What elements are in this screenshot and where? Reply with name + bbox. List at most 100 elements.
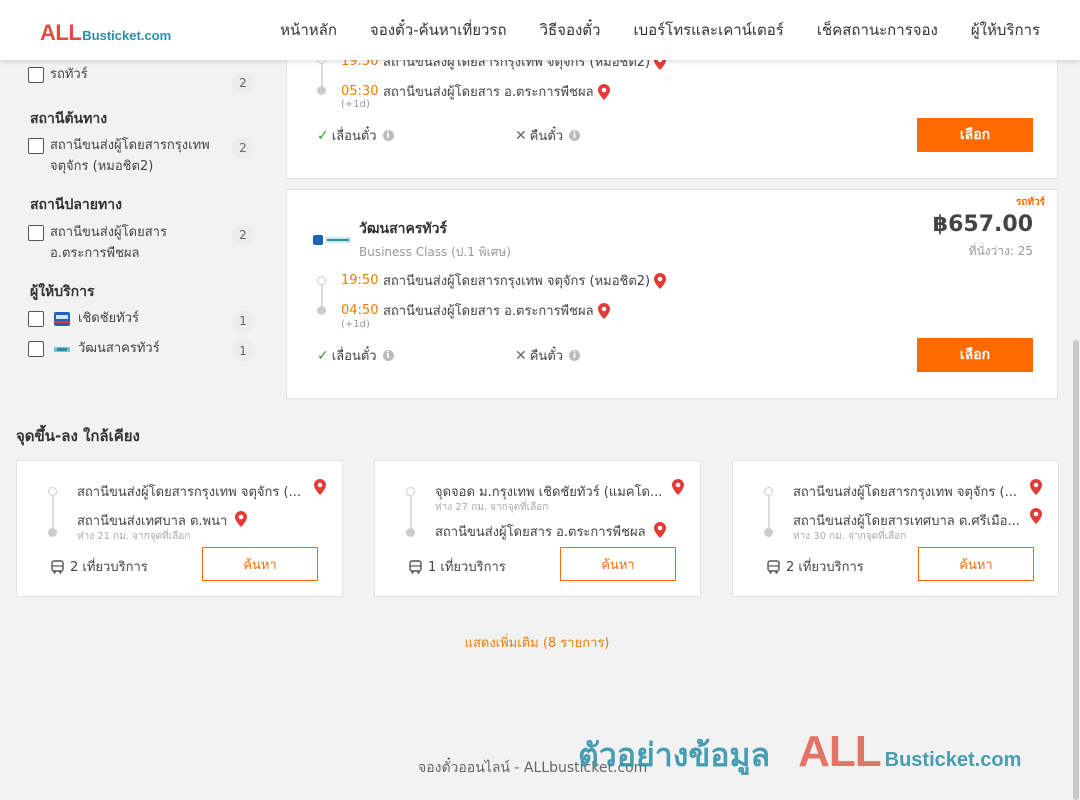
select-trip-button[interactable]: เลือก <box>917 118 1033 152</box>
wattanasakorn-logo-icon <box>313 235 351 245</box>
arrival-time: 05:30 <box>341 84 379 99</box>
nav-operators[interactable]: ผู้ให้บริการ <box>971 18 1040 42</box>
reschedule-policy: ✓ เลื่อนตั๋ว i <box>317 125 394 146</box>
cherdchai-logo-icon <box>54 312 70 326</box>
refund-label: คืนตั๋ว <box>529 349 564 364</box>
filter-checkbox[interactable] <box>28 341 44 357</box>
filter-destination-row[interactable]: สถานีขนส่งผู้โดยสาร อ.ตระการพืชผล 2 <box>28 224 254 264</box>
nearby-search-button[interactable]: ค้นหา <box>918 547 1034 581</box>
departure-row: 19:50 สถานีขนส่งผู้โดยสารกรุงเทพ จตุจักร… <box>341 270 667 291</box>
filter-label: สถานีขนส่งผู้โดยสาร อ.ตระการพืชผล <box>50 225 167 261</box>
refund-policy: ✕ คืนตั๋ว i <box>515 345 581 366</box>
map-pin-icon[interactable] <box>1030 508 1042 528</box>
nearby-to-station: สถานีขนส่งผู้โดยสาร อ.ตระการพืชผล <box>435 521 666 542</box>
trip-price: ฿657.00 <box>932 212 1033 237</box>
timeline-line <box>321 285 323 307</box>
map-pin-icon[interactable] <box>314 479 326 499</box>
scrollbar-thumb[interactable] <box>1073 340 1079 800</box>
check-icon: ✓ <box>317 347 329 364</box>
timeline-line <box>321 64 323 86</box>
watermark-all-text: ALL <box>798 727 882 776</box>
destination-filter-title: สถานีปลายทาง <box>30 197 122 213</box>
map-pin-icon[interactable] <box>672 479 684 499</box>
map-pin-icon[interactable] <box>235 511 248 527</box>
nav-book-search[interactable]: จองตั๋ว-ค้นหาเที่ยวรถ <box>370 18 507 42</box>
select-trip-button[interactable]: เลือก <box>917 338 1033 372</box>
bus-type-tag: รถทัวร์ <box>1015 197 1045 208</box>
main-nav: หน้าหลัก จองตั๋ว-ค้นหาเที่ยวรถ วิธีจองตั… <box>280 0 1040 60</box>
map-pin-icon[interactable] <box>597 302 610 319</box>
refund-policy: ✕ คืนตั๋ว i <box>515 125 581 146</box>
origin-filter-title: สถานีต้นทาง <box>30 111 108 127</box>
filter-checkbox[interactable] <box>28 311 44 327</box>
filter-checkbox[interactable] <box>28 225 44 241</box>
nearby-card: สถานีขนส่งผู้โดยสารกรุงเทพ จตุจักร (... … <box>16 460 343 597</box>
timeline-end-dot <box>48 528 57 537</box>
nav-check-status[interactable]: เช็คสถานะการจอง <box>817 18 938 42</box>
nearby-from-station: สถานีขนส่งผู้โดยสารกรุงเทพ จตุจักร (... <box>77 485 301 500</box>
filter-checkbox[interactable] <box>28 67 44 83</box>
timeline-end-dot <box>764 528 773 537</box>
timeline-line <box>52 496 54 528</box>
site-logo[interactable]: ALL Busticket.com <box>40 20 171 46</box>
nearby-distance: ห่าง 27 กม. จากจุดที่เลือก <box>435 502 549 513</box>
bus-icon <box>767 559 780 574</box>
nearby-distance: ห่าง 21 กม. จากจุดที่เลือก <box>77 531 191 542</box>
show-more-link[interactable]: แสดงเพิ่มเติม (8 รายการ) <box>0 632 1074 653</box>
reschedule-label: เลื่อนตั๋ว <box>331 349 377 364</box>
watermark-thai-text: ตัวอย่างข้อมูล <box>578 736 771 774</box>
map-pin-icon[interactable] <box>653 522 666 538</box>
timeline-end-dot <box>317 306 326 315</box>
bus-icon <box>51 559 64 574</box>
filter-checkbox[interactable] <box>28 138 44 154</box>
bus-icon <box>409 559 422 574</box>
info-icon[interactable]: i <box>569 130 581 141</box>
nav-how-to-book[interactable]: วิธีจองตั๋ว <box>540 18 601 42</box>
nearby-trip-count: 2 เที่ยวบริการ <box>51 556 148 577</box>
next-day-note: (+1d) <box>341 99 370 110</box>
filter-operator-row[interactable]: เชิดชัยทัวร์ 1 <box>28 310 254 332</box>
timeline-start-dot <box>406 487 415 496</box>
nearby-search-button[interactable]: ค้นหา <box>560 547 676 581</box>
info-icon[interactable]: i <box>382 130 394 141</box>
nearby-to-station-label: สถานีขนส่งผู้โดยสาร อ.ตระการพืชผล <box>435 525 646 540</box>
map-pin-icon[interactable] <box>1030 479 1042 499</box>
trip-card: 19:50 สถานีขนส่งผู้โดยสารกรุงเทพ จตุจักร… <box>286 40 1058 179</box>
filter-origin-row[interactable]: สถานีขนส่งผู้โดยสารกรุงเทพ จตุจักร (หมอช… <box>28 137 254 177</box>
nearby-to-station-label: สถานีขนส่งเทศบาล ต.พนา <box>77 514 228 529</box>
nearby-trip-count: 2 เที่ยวบริการ <box>767 556 864 577</box>
nav-contact-counter[interactable]: เบอร์โทรและเคาน์เตอร์ <box>633 18 783 42</box>
map-pin-icon[interactable] <box>654 272 667 289</box>
nearby-to-station: สถานีขนส่งผู้โดยสารเทศบาล ต.ศรีเมือ... <box>793 514 1020 529</box>
logo-all-text: ALL <box>40 20 82 45</box>
next-day-note: (+1d) <box>341 319 370 330</box>
info-icon[interactable]: i <box>569 350 581 361</box>
timeline-start-dot <box>48 487 57 496</box>
bus-class: Business Class (ป.1 พิเศษ) <box>359 245 511 259</box>
nearby-distance: ห่าง 30 กม. จากจุดที่เลือก <box>793 531 907 542</box>
filter-count-badge: 1 <box>232 340 254 362</box>
filter-operator-row[interactable]: วัฒนสาครทัวร์ 1 <box>28 340 254 362</box>
reschedule-label: เลื่อนตั๋ว <box>331 129 377 144</box>
trip-count-label: 2 เที่ยวบริการ <box>70 560 148 575</box>
timeline-end-dot <box>406 528 415 537</box>
nearby-card: จุดจอด ม.กรุงเทพ เชิดชัยทัวร์ (แมคโด... … <box>374 460 701 597</box>
filter-label: วัฒนสาครทัวร์ <box>78 341 160 356</box>
filter-count-badge: 2 <box>232 224 254 246</box>
check-icon: ✓ <box>317 127 329 144</box>
reschedule-policy: ✓ เลื่อนตั๋ว i <box>317 345 394 366</box>
nearby-search-button[interactable]: ค้นหา <box>202 547 318 581</box>
filter-count-badge: 2 <box>232 72 254 94</box>
operator-info: วัฒนสาครทัวร์ Business Class (ป.1 พิเศษ) <box>313 218 511 262</box>
info-icon[interactable]: i <box>382 350 394 361</box>
filter-count-badge: 1 <box>232 310 254 332</box>
map-pin-icon[interactable] <box>597 83 610 100</box>
timeline-line <box>410 496 412 528</box>
arrival-row: 04:50 สถานีขนส่งผู้โดยสาร อ.ตระการพืชผล <box>341 300 610 321</box>
filter-label: รถทัวร์ <box>50 67 88 82</box>
nav-home[interactable]: หน้าหลัก <box>280 18 337 42</box>
operator-filter-title: ผู้ให้บริการ <box>30 284 95 300</box>
top-header: ALL Busticket.com หน้าหลัก จองตั๋ว-ค้นหา… <box>0 0 1080 60</box>
arrival-time: 04:50 <box>341 303 379 318</box>
filter-bus-type-row[interactable]: รถทัวร์ 2 <box>28 66 254 94</box>
